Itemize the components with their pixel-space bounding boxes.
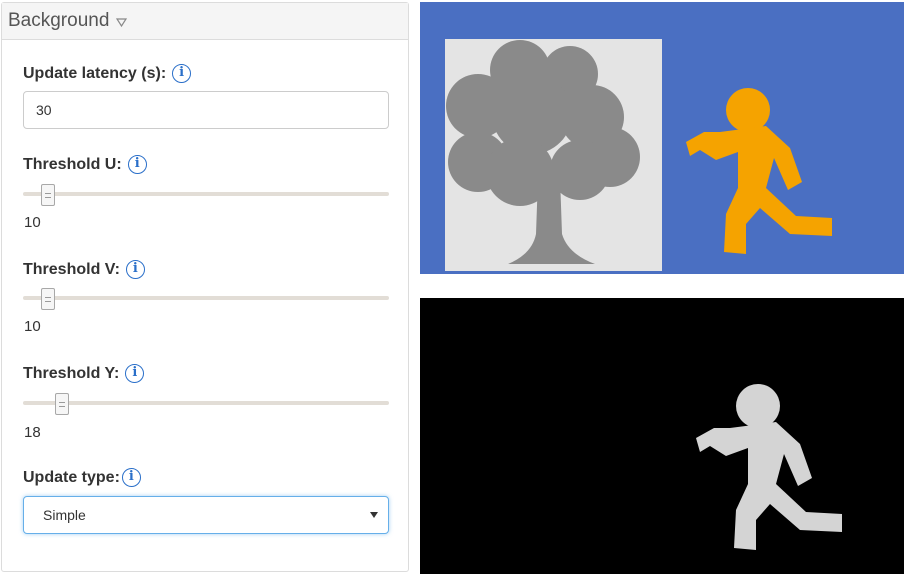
slider-track[interactable] [23,296,389,300]
dropdown-arrow-icon[interactable] [370,512,378,518]
source-image-preview [420,2,904,274]
info-icon[interactable]: i [125,364,145,383]
update-type-select[interactable]: Simple [23,496,389,534]
info-icon[interactable]: i [127,155,147,174]
threshold-u-value: 10 [24,214,41,231]
threshold-y-slider[interactable] [23,393,389,415]
panel-title: Background [8,10,110,31]
running-person-mask-icon [696,384,842,550]
threshold-y-value: 18 [24,424,41,441]
triangle-down-icon [116,17,128,27]
slider-track[interactable] [23,401,389,405]
slider-handle[interactable] [41,184,55,206]
threshold-u-slider[interactable] [23,184,389,206]
threshold-v-value: 10 [24,318,41,335]
threshold-y-label: Threshold Y: i [23,364,145,383]
update-latency-input[interactable] [23,91,389,129]
info-icon[interactable]: i [121,468,141,487]
threshold-v-slider[interactable] [23,288,389,310]
panel-header[interactable]: Background [2,3,408,40]
source-image [445,39,832,271]
slider-handle[interactable] [41,288,55,310]
mask-image [696,384,842,550]
threshold-u-label: Threshold U: i [23,155,147,174]
update-type-label: Update type: i [23,468,141,487]
update-latency-label: Update latency (s): i [23,64,192,83]
info-icon[interactable]: i [172,64,192,83]
update-type-selected: Simple [43,507,86,523]
foreground-mask-preview [420,298,904,574]
info-icon[interactable]: i [125,260,145,279]
threshold-v-label: Threshold V: i [23,260,145,279]
slider-handle[interactable] [55,393,69,415]
running-person-icon [686,88,832,254]
slider-track[interactable] [23,192,389,196]
